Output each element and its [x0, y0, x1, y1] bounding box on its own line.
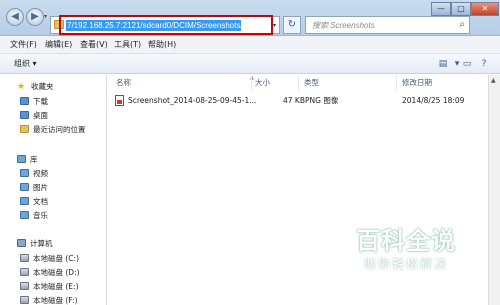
- address-highlight-box: [59, 15, 273, 35]
- nav-item-drive-c[interactable]: 本地磁盘 (C:): [20, 252, 106, 265]
- help-icon[interactable]: ?: [477, 58, 491, 70]
- recent-places-icon: [20, 125, 29, 133]
- library-icon: [17, 155, 26, 163]
- column-size[interactable]: 大小: [255, 78, 270, 88]
- nav-item-label: 图片: [33, 183, 48, 192]
- nav-item-videos[interactable]: 视频: [20, 167, 106, 180]
- file-type: PNG 图像: [305, 96, 339, 105]
- nav-item-documents[interactable]: 文档: [20, 195, 106, 208]
- menu-view[interactable]: 查看(V): [80, 40, 108, 50]
- search-placeholder: 搜索 Screenshots: [312, 21, 375, 30]
- menu-help[interactable]: 帮助(H): [148, 40, 176, 50]
- disk-icon: [20, 282, 29, 290]
- nav-item-music[interactable]: 音乐: [20, 209, 106, 222]
- computer-icon: [17, 239, 26, 247]
- nav-libraries[interactable]: 库: [17, 153, 103, 166]
- chevron-down-icon[interactable]: ▾: [273, 20, 276, 31]
- maximize-button[interactable]: □: [451, 2, 471, 16]
- minimize-button[interactable]: —: [431, 2, 451, 16]
- nav-item-label: 最近访问的位置: [33, 125, 86, 134]
- nav-item-drive-d[interactable]: 本地磁盘 (D:): [20, 266, 106, 279]
- picture-library-icon: [20, 183, 29, 191]
- column-divider[interactable]: [396, 75, 397, 91]
- column-divider[interactable]: [251, 75, 252, 91]
- nav-item-label: 本地磁盘 (C:): [33, 254, 79, 263]
- navigation-pane: ★ 收藏夹 下载 桌面 最近访问的位置 库 视频 图片 文档 音乐 计算机 本地磁…: [0, 75, 107, 305]
- nav-item-label: 下载: [33, 97, 48, 106]
- nav-computer-label: 计算机: [30, 239, 53, 248]
- watermark-subtitle: 助你轻松解决: [363, 257, 448, 271]
- column-type[interactable]: 类型: [304, 78, 319, 88]
- nav-item-label: 本地磁盘 (E:): [33, 282, 79, 291]
- close-button[interactable]: ✕: [471, 2, 499, 16]
- nav-item-label: 桌面: [33, 111, 48, 120]
- nav-item-label: 文档: [33, 197, 48, 206]
- nav-item-label: 音乐: [33, 211, 48, 220]
- disk-icon: [20, 254, 29, 262]
- forward-button[interactable]: ▶: [26, 8, 44, 26]
- nav-libraries-label: 库: [30, 155, 38, 164]
- vertical-scrollbar[interactable]: ▲: [488, 75, 500, 305]
- search-icon[interactable]: ⌕: [459, 19, 465, 31]
- nav-favorites[interactable]: ★ 收藏夹: [17, 80, 103, 93]
- desktop-icon: [20, 111, 29, 119]
- column-modified[interactable]: 修改日期: [402, 78, 432, 88]
- music-library-icon: [20, 211, 29, 219]
- menu-tools[interactable]: 工具(T): [114, 40, 141, 50]
- scroll-up-icon[interactable]: ▲: [491, 77, 496, 84]
- nav-item-recent-places[interactable]: 最近访问的位置: [20, 123, 106, 136]
- column-divider[interactable]: [298, 75, 299, 91]
- menu-file[interactable]: 文件(F): [10, 40, 37, 50]
- view-options-icon[interactable]: ▤: [436, 58, 450, 70]
- table-row[interactable]: Screenshot_2014-08-25-09-45-1... 47 KB P…: [112, 94, 482, 108]
- video-library-icon: [20, 169, 29, 177]
- nav-favorites-label: 收藏夹: [31, 82, 54, 91]
- nav-item-drive-e[interactable]: 本地磁盘 (E:): [20, 280, 106, 293]
- column-name[interactable]: 名称: [116, 78, 131, 88]
- nav-item-drive-f[interactable]: 本地磁盘 (F:): [20, 294, 106, 305]
- png-file-icon: [115, 95, 124, 106]
- file-modified: 2014/8/25 18:09: [402, 96, 465, 105]
- nav-item-pictures[interactable]: 图片: [20, 181, 106, 194]
- star-icon: ★: [17, 82, 26, 92]
- nav-item-downloads[interactable]: 下载: [20, 95, 106, 108]
- nav-item-label: 本地磁盘 (F:): [33, 296, 78, 305]
- organize-button[interactable]: 组织 ▾: [14, 59, 37, 69]
- watermark: 百科全说 助你轻松解决: [336, 226, 476, 282]
- title-bar: ◀ ▶ ▾ — □ ✕ 7/192.168.25.7:2121/sdcard0/…: [0, 0, 500, 36]
- nav-item-label: 视频: [33, 169, 48, 178]
- menu-bar: 文件(F) 编辑(E) 查看(V) 工具(T) 帮助(H): [0, 36, 500, 54]
- disk-icon: [20, 296, 29, 304]
- nav-computer[interactable]: 计算机: [17, 237, 103, 250]
- search-input[interactable]: 搜索 Screenshots ⌕: [305, 16, 470, 34]
- download-folder-icon: [20, 97, 29, 105]
- back-button[interactable]: ◀: [6, 8, 24, 26]
- document-library-icon: [20, 197, 29, 205]
- disk-icon: [20, 268, 29, 276]
- menu-edit[interactable]: 编辑(E): [45, 40, 72, 50]
- refresh-button[interactable]: ↻: [283, 16, 301, 34]
- watermark-title: 百科全说: [356, 227, 456, 255]
- file-size: 47 KB: [283, 96, 305, 105]
- file-name: Screenshot_2014-08-25-09-45-1...: [128, 96, 257, 105]
- nav-item-label: 本地磁盘 (D:): [33, 268, 80, 277]
- preview-pane-icon[interactable]: ▭: [460, 58, 474, 70]
- nav-item-desktop[interactable]: 桌面: [20, 109, 106, 122]
- command-bar: 组织 ▾ ▤ ▾ ▭ ?: [0, 54, 500, 74]
